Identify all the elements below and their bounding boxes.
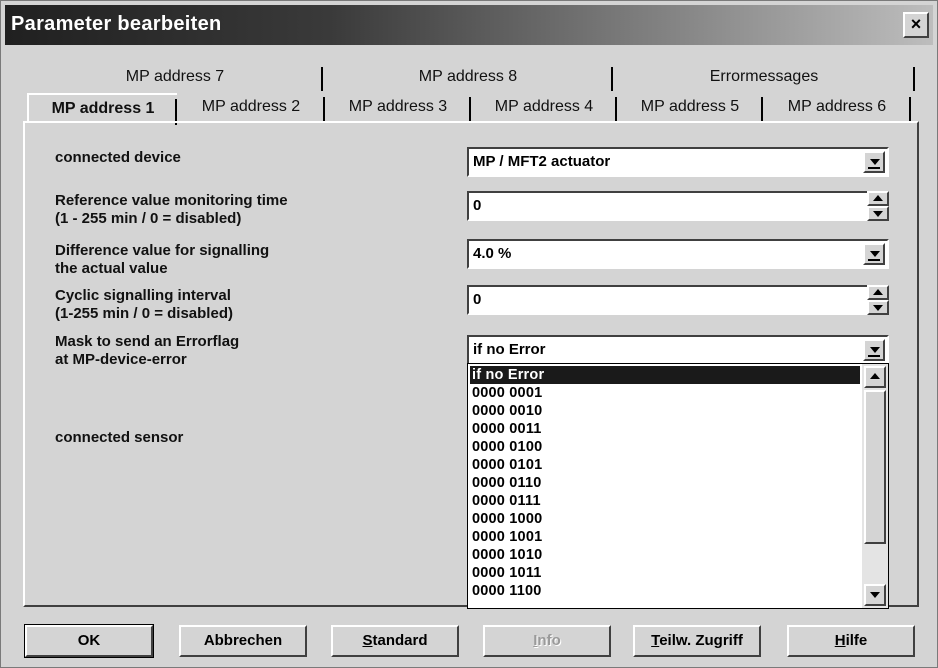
ok-button[interactable]: OK (24, 624, 154, 658)
standard-label: tandard (372, 632, 428, 649)
connected-device-label: connected device (55, 149, 181, 166)
mask-dropdown-list[interactable]: if no Error 0000 0001 0000 0010 0000 001… (467, 363, 889, 609)
cancel-button[interactable]: Abbrechen (179, 625, 307, 657)
list-item[interactable]: 0000 0111 (470, 492, 860, 510)
connected-sensor-label: connected sensor (55, 429, 184, 446)
list-item[interactable]: 0000 0100 (470, 438, 860, 456)
mask-label-line1: Mask to send an Errorflag (55, 333, 240, 350)
tab-label: MP address 5 (640, 98, 740, 115)
scroll-down-icon[interactable] (864, 584, 886, 606)
tab-errormessages[interactable]: Errormessages (613, 65, 915, 91)
tab-mp-address-2[interactable]: MP address 2 (177, 95, 325, 121)
mask-label-line2: at MP-device-error (55, 351, 187, 368)
parameter-dialog: Parameter bearbeiten × MP address 7 MP a… (0, 0, 938, 668)
tab-label: MP address 3 (348, 98, 448, 115)
tab-label: MP address 2 (201, 98, 301, 115)
tab-mp-address-8[interactable]: MP address 8 (323, 65, 613, 91)
cyclic-value: 0 (473, 291, 482, 308)
close-icon: × (910, 14, 922, 34)
help-accel: H (834, 632, 846, 649)
list-item[interactable]: 0000 1100 (470, 582, 860, 600)
spin-down-icon[interactable] (867, 300, 889, 315)
scroll-up-icon[interactable] (864, 366, 886, 388)
list-item[interactable]: if no Error (470, 366, 860, 384)
help-button[interactable]: Hilfe (787, 625, 915, 657)
diff-value-label-line2: the actual value (55, 260, 168, 277)
chevron-down-icon[interactable] (863, 339, 885, 361)
list-item[interactable]: 0000 0101 (470, 456, 860, 474)
diff-value-select[interactable]: 4.0 % (467, 239, 889, 269)
tab-mp-address-3[interactable]: MP address 3 (325, 95, 471, 121)
tab-mp-address-7[interactable]: MP address 7 (27, 65, 323, 91)
ref-monitoring-label-line1: Reference value monitoring time (55, 192, 288, 209)
mask-label: Mask to send an Errorflag at MP-device-e… (55, 333, 239, 369)
tab-label: MP address 1 (51, 100, 155, 117)
ref-monitoring-label-line2: (1 - 255 min / 0 = disabled) (55, 210, 242, 227)
tab-label: Errormessages (709, 68, 819, 85)
partial-accel: T (651, 632, 660, 649)
list-item[interactable]: 0000 1001 (470, 528, 860, 546)
window-title: Parameter bearbeiten (11, 13, 222, 35)
spinner[interactable] (867, 285, 889, 315)
info-label: nfo (537, 632, 561, 649)
list-item[interactable]: 0000 1010 (470, 546, 860, 564)
close-button[interactable]: × (903, 12, 929, 38)
title-bar[interactable]: Parameter bearbeiten × (5, 5, 933, 45)
tab-mp-address-6[interactable]: MP address 6 (763, 95, 911, 121)
info-button: Info (483, 625, 611, 657)
cyclic-label-line2: (1-255 min / 0 = disabled) (55, 305, 233, 322)
list-item[interactable]: 0000 1011 (470, 564, 860, 582)
scroll-thumb[interactable] (864, 390, 886, 544)
mask-select[interactable]: if no Error (467, 335, 889, 365)
chevron-down-icon[interactable] (863, 243, 885, 265)
list-item[interactable]: 0000 0010 (470, 402, 860, 420)
list-item[interactable]: 0000 0001 (470, 384, 860, 402)
tab-mp-address-4[interactable]: MP address 4 (471, 95, 617, 121)
connected-device-select[interactable]: MP / MFT2 actuator (467, 147, 889, 177)
tab-label: MP address 7 (125, 68, 225, 85)
cyclic-label-line1: Cyclic signalling interval (55, 287, 231, 304)
diff-value-value: 4.0 % (473, 245, 512, 262)
list-item[interactable]: 0000 0110 (470, 474, 860, 492)
tab-mp-address-5[interactable]: MP address 5 (617, 95, 763, 121)
help-label: ilfe (845, 632, 868, 649)
connected-device-value: MP / MFT2 actuator (473, 153, 611, 170)
vertical-scrollbar[interactable] (862, 364, 888, 608)
standard-accel: S (362, 632, 373, 649)
diff-value-label-line1: Difference value for signalling (55, 242, 270, 259)
tab-label: MP address 6 (787, 98, 887, 115)
spinner[interactable] (867, 191, 889, 221)
tab-mp-address-1[interactable]: MP address 1 (27, 93, 177, 125)
partial-access-button[interactable]: Teilw. Zugriff (633, 625, 761, 657)
mask-value: if no Error (473, 341, 546, 358)
spin-up-icon[interactable] (867, 191, 889, 206)
partial-label: eilw. Zugriff (659, 632, 743, 649)
chevron-down-icon[interactable] (863, 151, 885, 173)
tab-label: MP address 4 (494, 98, 594, 115)
ref-monitoring-input[interactable]: 0 (467, 191, 889, 221)
standard-button[interactable]: Standard (331, 625, 459, 657)
cyclic-label: Cyclic signalling interval (1-255 min / … (55, 287, 233, 323)
cyclic-input[interactable]: 0 (467, 285, 889, 315)
ref-monitoring-label: Reference value monitoring time (1 - 255… (55, 192, 288, 228)
list-item[interactable]: 0000 0011 (470, 420, 860, 438)
ref-monitoring-value: 0 (473, 197, 482, 214)
spin-down-icon[interactable] (867, 206, 889, 221)
spin-up-icon[interactable] (867, 285, 889, 300)
list-item[interactable]: 0000 1000 (470, 510, 860, 528)
diff-value-label: Difference value for signalling the actu… (55, 242, 269, 278)
tab-label: MP address 8 (418, 68, 518, 85)
